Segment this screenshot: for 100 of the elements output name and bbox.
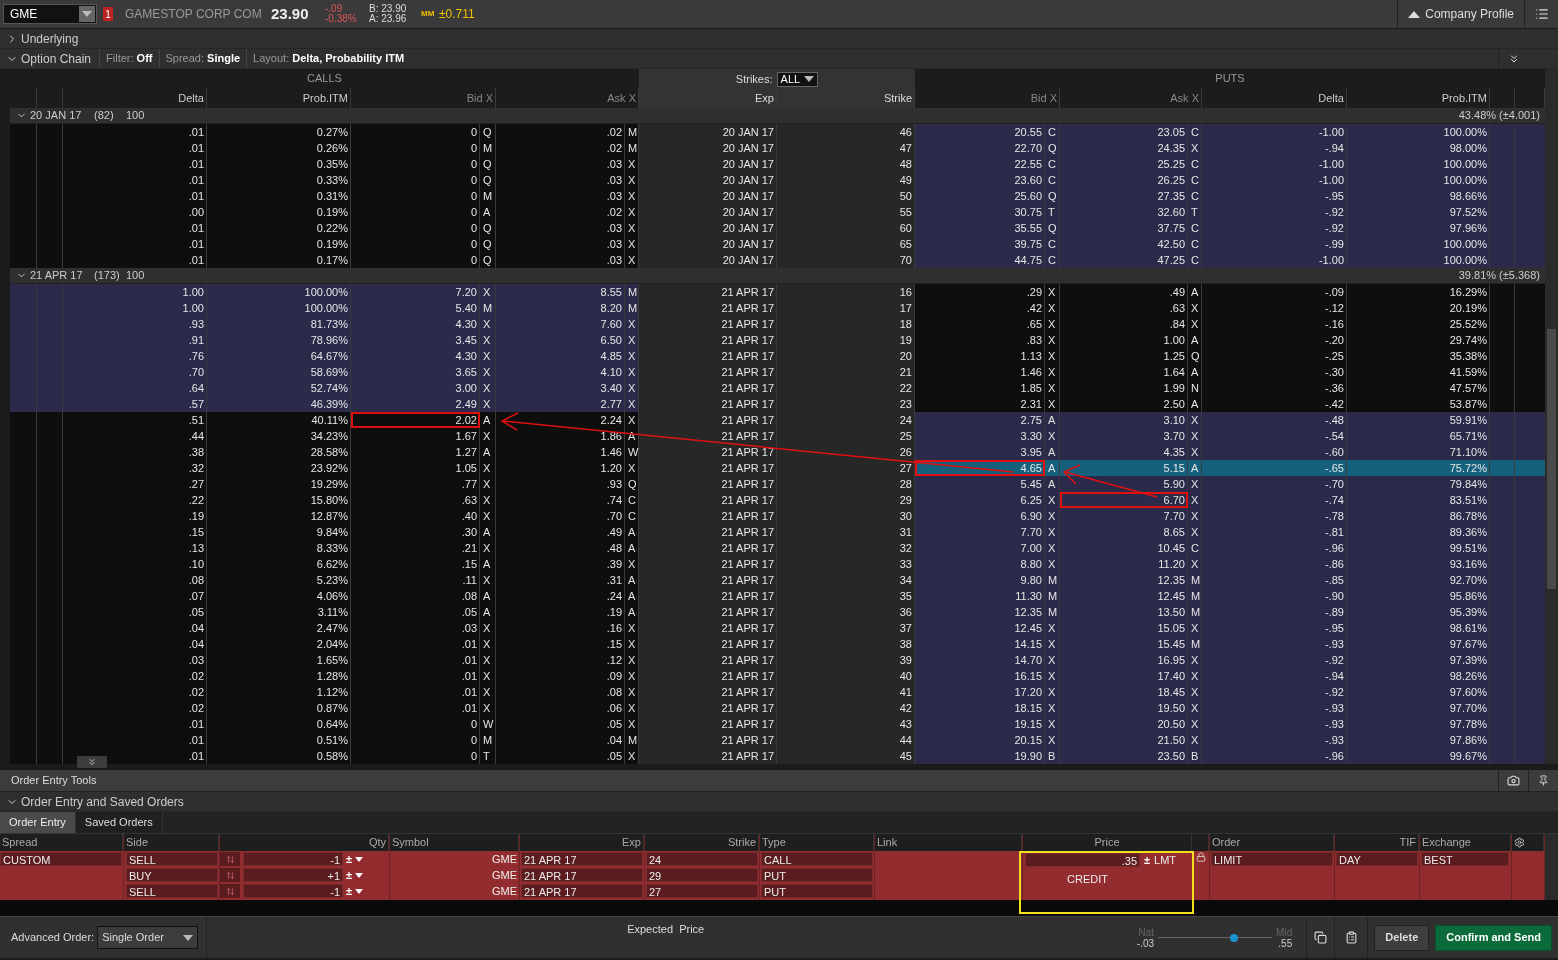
chain-row[interactable]: .22 15.80% .63 X .74 C 21 APR 17 29 6.25 X 6.70 X -.74 83.51% [0,492,1545,508]
section-toggle[interactable]: Underlying [0,29,87,48]
chain-row[interactable]: .01 0.64% 0 W .05 X 21 APR 17 43 19.15 X 20.50 X -.93 97.78% [0,716,1545,732]
chain-row[interactable]: .70 58.69% 3.65 X 4.10 X 21 APR 17 21 1.46 X 1.64 A -.30 41.59% [0,364,1545,380]
company-profile-button[interactable]: Company Profile [1397,0,1524,28]
scrollbar[interactable] [1545,69,1558,764]
dropdown-button[interactable] [79,6,95,22]
chain-row[interactable]: .05 3.11% .05 A .19 A 21 APR 17 36 12.35 M 13.50 M -.89 95.39% [0,604,1545,620]
strike-field[interactable]: 24 [646,852,758,866]
chain-row[interactable]: .01 0.58% 0 T .05 X 21 APR 17 45 19.90 B 23.50 B -.96 99.67% [0,748,1545,764]
order-tab[interactable]: Order Entry [0,812,76,833]
delete-button[interactable]: Delete [1374,924,1430,951]
column-header[interactable]: Prob.ITM [207,88,351,108]
dropdown-caret-icon[interactable] [355,888,364,894]
chain-filter[interactable]: Filter: Off [99,49,159,68]
strikes-dropdown[interactable]: ALL [776,71,819,87]
scrollbar[interactable] [1545,834,1558,900]
chain-row[interactable]: .13 8.33% .21 X .48 A 21 APR 17 32 7.00 X 10.45 C -.96 99.51% [0,540,1545,556]
chain-row[interactable]: .51 40.11% 2.02 A 2.24 X 21 APR 17 24 2.75 A 3.10 X -.48 59.91% [0,412,1545,428]
exchange-field[interactable]: BEST [1421,852,1509,866]
spread-field[interactable]: CUSTOM [0,852,122,866]
chain-row[interactable]: .07 4.06% .08 A .24 A 21 APR 17 35 11.30 M 12.45 M -.90 95.86% [0,588,1545,604]
slider-thumb[interactable] [1230,933,1239,942]
price-field[interactable]: .35 [1025,853,1140,868]
spinner-icon[interactable]: ± [346,853,353,865]
chain-row[interactable]: .01 0.17% 0 Q .03 X 20 JAN 17 70 44.75 C 47.25 C -1.00 100.00% [0,252,1545,268]
chain-row[interactable]: .76 64.67% 4.30 X 4.85 X 21 APR 17 20 1.13 X 1.25 Q -.25 35.38% [0,348,1545,364]
advanced-order-dropdown[interactable]: Single Order [97,926,199,949]
expiry-field[interactable]: 21 APR 17 [521,868,643,882]
chain-filter[interactable]: Layout: Delta, Probability ITM [246,49,411,68]
column-header[interactable]: Ask X [496,88,639,108]
chain-row[interactable]: .01 0.33% 0 Q .03 X 20 JAN 17 49 23.60 C 26.25 C -1.00 100.00% [0,172,1545,188]
column-header[interactable]: Exp [639,88,777,108]
column-header[interactable]: Strike [777,88,915,108]
chain-row[interactable]: .01 0.31% 0 M .03 X 20 JAN 17 50 25.60 Q 27.35 C -.95 98.66% [0,188,1545,204]
dropdown-caret-icon[interactable] [355,856,364,862]
chain-row[interactable]: .01 0.27% 0 Q .02 M 20 JAN 17 46 20.55 C 23.05 C -1.00 100.00% [0,124,1545,140]
chain-row[interactable]: .38 28.58% 1.27 A 1.46 W 21 APR 17 26 3.95 A 4.35 X -.60 71.10% [0,444,1545,460]
chain-row[interactable]: .10 6.62% .15 A .39 X 21 APR 17 33 8.80 X 11.20 X -.86 93.16% [0,556,1545,572]
quantity-link-icon[interactable] [220,868,240,882]
expiry-group-toggle[interactable]: 20 JAN 17 [10,107,94,124]
strike-field[interactable]: 27 [646,884,758,898]
chain-row[interactable]: 1.00 100.00% 7.20 X 8.55 M 21 APR 17 16 .29 X .49 A -.09 16.29% [0,284,1545,300]
spinner-icon[interactable]: ± [346,869,353,881]
column-header[interactable]: Delta [63,88,207,108]
spinner-icon[interactable]: ± [346,885,353,897]
chain-row[interactable]: .64 52.74% 3.00 X 3.40 X 21 APR 17 22 1.85 X 1.99 N -.36 47.57% [0,380,1545,396]
column-header[interactable]: Delta [1202,88,1347,108]
column-header[interactable]: Ask X [1060,88,1202,108]
strike-field[interactable]: 29 [646,868,758,882]
spinner-icon[interactable]: ± [1144,854,1151,867]
symbol-field[interactable]: GME [3,4,97,24]
chain-row[interactable]: .01 0.35% 0 Q .03 X 20 JAN 17 48 22.55 C 25.25 C -1.00 100.00% [0,156,1545,172]
dropdown-caret-icon[interactable] [355,872,364,878]
chain-row[interactable]: .91 78.96% 3.45 X 6.50 X 21 APR 17 19 .83 X 1.00 A -.20 29.74% [0,332,1545,348]
confirm-button[interactable]: Confirm and Send [1435,924,1552,951]
chain-row[interactable]: .19 12.87% .40 X .70 C 21 APR 17 30 6.90 X 7.70 X -.78 86.78% [0,508,1545,524]
chain-row[interactable]: .08 5.23% .11 X .31 A 21 APR 17 34 9.80 M 12.35 M -.85 92.70% [0,572,1545,588]
lock-icon[interactable] [1195,852,1206,862]
chain-row[interactable]: .93 81.73% 4.30 X 7.60 X 21 APR 17 18 .65 X .84 X -.16 25.52% [0,316,1545,332]
alert-badge[interactable]: 1 [103,7,113,21]
side-field[interactable]: SELL [126,884,218,898]
tif-field[interactable]: DAY [1336,852,1418,866]
chain-row[interactable]: .01 0.51% 0 M .04 M 21 APR 17 44 20.15 X 21.50 X -.93 97.86% [0,732,1545,748]
quantity-field[interactable]: +1 [243,868,343,882]
chain-row[interactable]: .57 46.39% 2.49 X 2.77 X 21 APR 17 23 2.31 X 2.50 A -.42 53.87% [0,396,1545,412]
paste-button[interactable] [1334,917,1369,958]
chain-row[interactable]: .04 2.47% .03 X .16 X 21 APR 17 37 12.45 X 15.05 X -.95 98.61% [0,620,1545,636]
type-field[interactable]: PUT [761,868,873,882]
quantity-link-icon[interactable] [220,884,240,898]
section-toggle[interactable]: Option Chain [0,49,100,68]
expiry-group-toggle[interactable]: 21 APR 17 [10,267,94,284]
column-header[interactable]: Bid X [915,88,1060,108]
expiry-field[interactable]: 21 APR 17 [521,852,643,866]
column-header[interactable]: Prob.ITM [1347,88,1490,108]
chain-row[interactable]: .01 0.26% 0 M .02 M 20 JAN 17 47 22.70 Q 24.35 X -.94 98.00% [0,140,1545,156]
collapse-tab[interactable] [77,756,107,768]
quantity-field[interactable]: -1 [243,884,343,898]
quantity-field[interactable]: -1 [243,852,343,866]
chain-row[interactable]: .15 9.84% .30 A .49 A 21 APR 17 31 7.70 X 8.65 X -.81 89.36% [0,524,1545,540]
chain-row[interactable]: .02 0.87% .01 X .06 X 21 APR 17 42 18.15 X 19.50 X -.93 97.70% [0,700,1545,716]
chain-row[interactable]: .00 0.19% 0 A .02 X 20 JAN 17 55 30.75 T 32.60 T -.92 97.52% [0,204,1545,220]
chain-row[interactable]: .04 2.04% .01 X .15 X 21 APR 17 38 14.15 X 15.45 M -.93 97.67% [0,636,1545,652]
chain-row[interactable]: 1.00 100.00% 5.40 M 8.20 M 21 APR 17 17 .42 X .63 X -.12 20.19% [0,300,1545,316]
price-slider[interactable] [1158,932,1273,943]
settings-icon[interactable] [1514,837,1525,848]
side-field[interactable]: SELL [126,852,218,866]
chain-filter[interactable]: Spread: Single [158,49,247,68]
chain-row[interactable]: .03 1.65% .01 X .12 X 21 APR 17 39 14.70 X 16.95 X -.92 97.39% [0,652,1545,668]
expiry-field[interactable]: 21 APR 17 [521,884,643,898]
quantity-link-icon[interactable] [220,852,240,866]
side-field[interactable]: BUY [126,868,218,882]
chain-row[interactable]: .27 19.29% .77 X .93 Q 21 APR 17 28 5.45 A 5.90 X -.70 79.84% [0,476,1545,492]
section-toggle[interactable]: Order Entry and Saved Orders [0,792,192,811]
chain-row[interactable]: .01 0.19% 0 Q .03 X 20 JAN 17 65 39.75 C 42.50 C -.99 100.00% [0,236,1545,252]
scrollbar-thumb[interactable] [1547,329,1556,589]
chain-row[interactable]: .02 1.12% .01 X .08 X 21 APR 17 41 17.20 X 18.45 X -.92 97.60% [0,684,1545,700]
type-field[interactable]: CALL [761,852,873,866]
type-field[interactable]: PUT [761,884,873,898]
chain-row[interactable]: .32 23.92% 1.05 X 1.20 X 21 APR 17 27 4.65 A 5.15 A -.65 75.72% [0,460,1545,476]
